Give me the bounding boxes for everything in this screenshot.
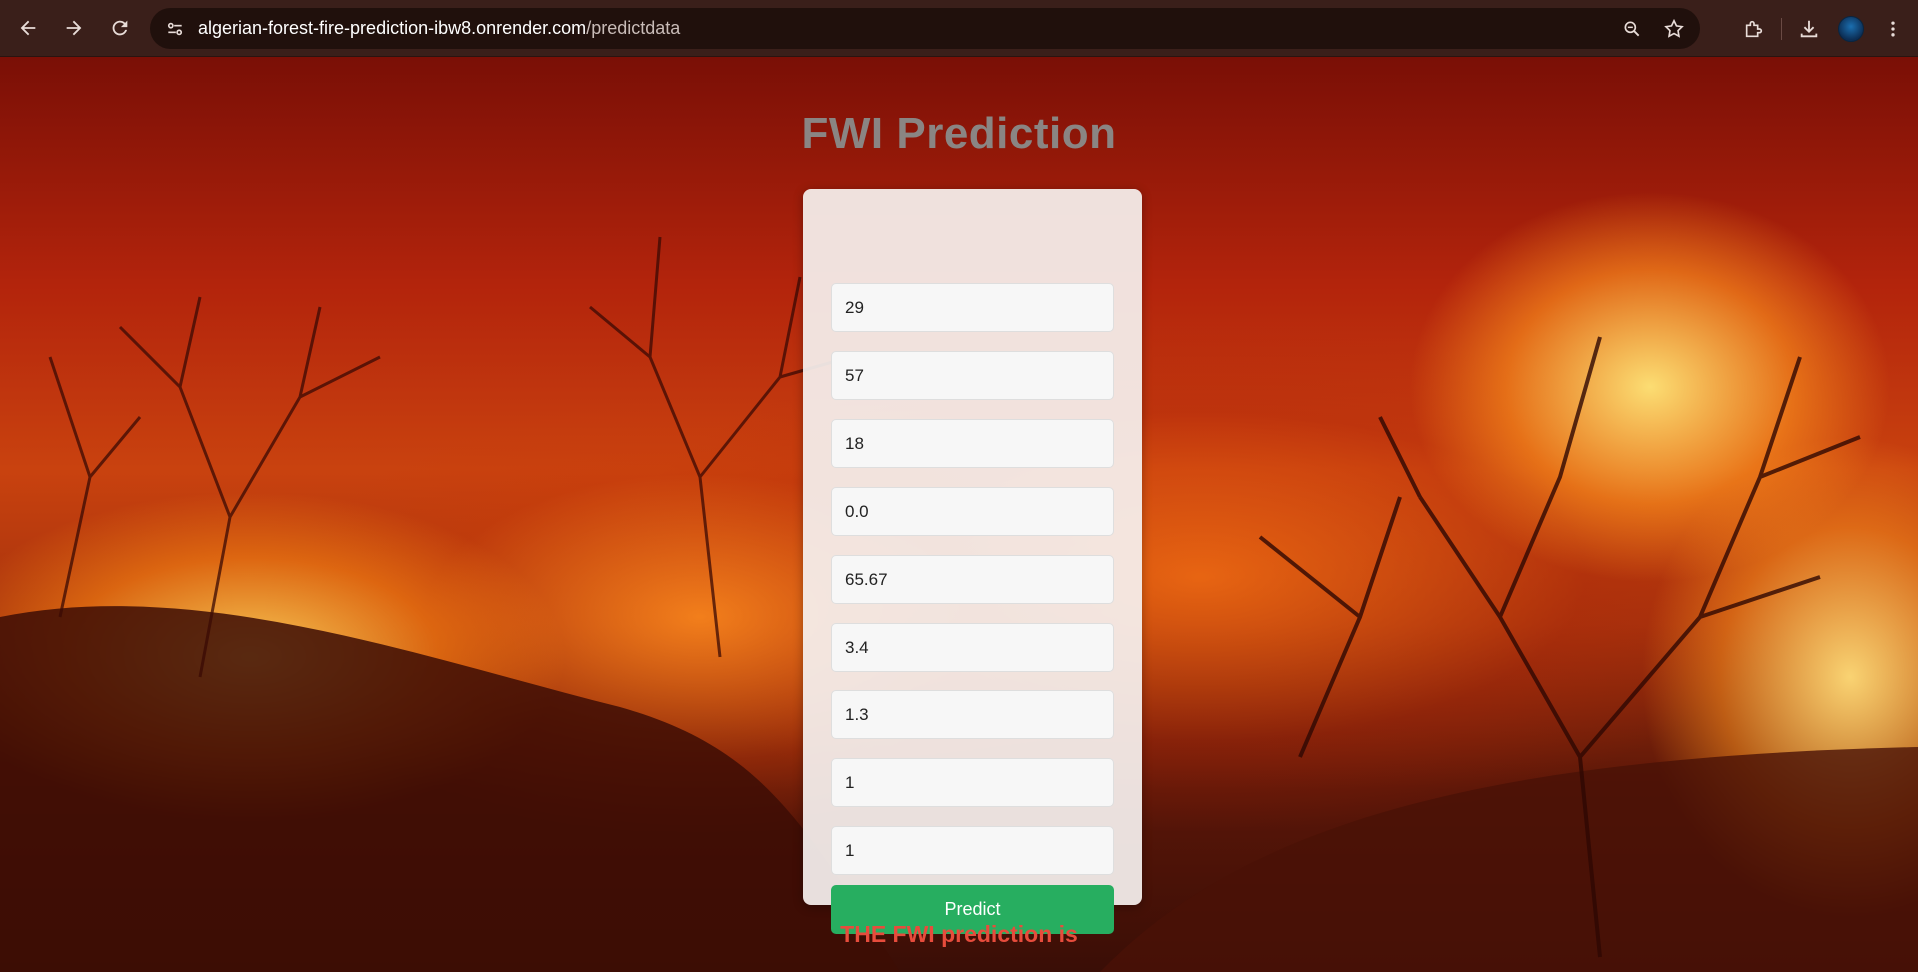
browser-toolbar: algerian-forest-fire-prediction-ibw8.onr…	[0, 0, 1918, 57]
profile-button[interactable]	[1830, 8, 1872, 50]
avatar	[1838, 15, 1864, 42]
input-field-9[interactable]	[831, 826, 1114, 875]
url-text: algerian-forest-fire-prediction-ibw8.onr…	[198, 18, 680, 39]
input-field-3[interactable]	[831, 419, 1114, 468]
page-background: FWI Prediction Predict THE FWI predictio…	[0, 57, 1918, 972]
reload-icon	[112, 20, 128, 36]
page-title: FWI Prediction	[801, 109, 1117, 158]
zoom-icon[interactable]	[1616, 13, 1648, 45]
url-host: algerian-forest-fire-prediction-ibw8.onr…	[198, 18, 587, 38]
prediction-result: THE FWI prediction is	[840, 921, 1078, 947]
input-field-6[interactable]	[831, 623, 1114, 672]
input-field-7[interactable]	[831, 690, 1114, 739]
input-field-4[interactable]	[831, 487, 1114, 536]
site-settings-icon[interactable]	[156, 10, 194, 48]
download-icon[interactable]	[1788, 8, 1830, 50]
input-field-1[interactable]	[831, 283, 1114, 332]
back-button[interactable]	[8, 8, 48, 48]
kebab-menu-icon[interactable]	[1872, 8, 1914, 50]
star-icon[interactable]	[1658, 13, 1690, 45]
toolbar-divider	[1781, 17, 1782, 40]
input-field-5[interactable]	[831, 555, 1114, 604]
arrow-right-icon	[66, 20, 82, 36]
input-field-2[interactable]	[831, 351, 1114, 400]
forward-button[interactable]	[54, 8, 94, 48]
input-field-8[interactable]	[831, 758, 1114, 807]
arrow-left-icon	[20, 20, 36, 36]
reload-button[interactable]	[100, 8, 140, 48]
url-path: /predictdata	[586, 18, 681, 38]
prediction-form: Predict	[803, 189, 1142, 934]
puzzle-icon[interactable]	[1733, 8, 1775, 50]
address-bar[interactable]: algerian-forest-fire-prediction-ibw8.onr…	[150, 8, 1700, 49]
